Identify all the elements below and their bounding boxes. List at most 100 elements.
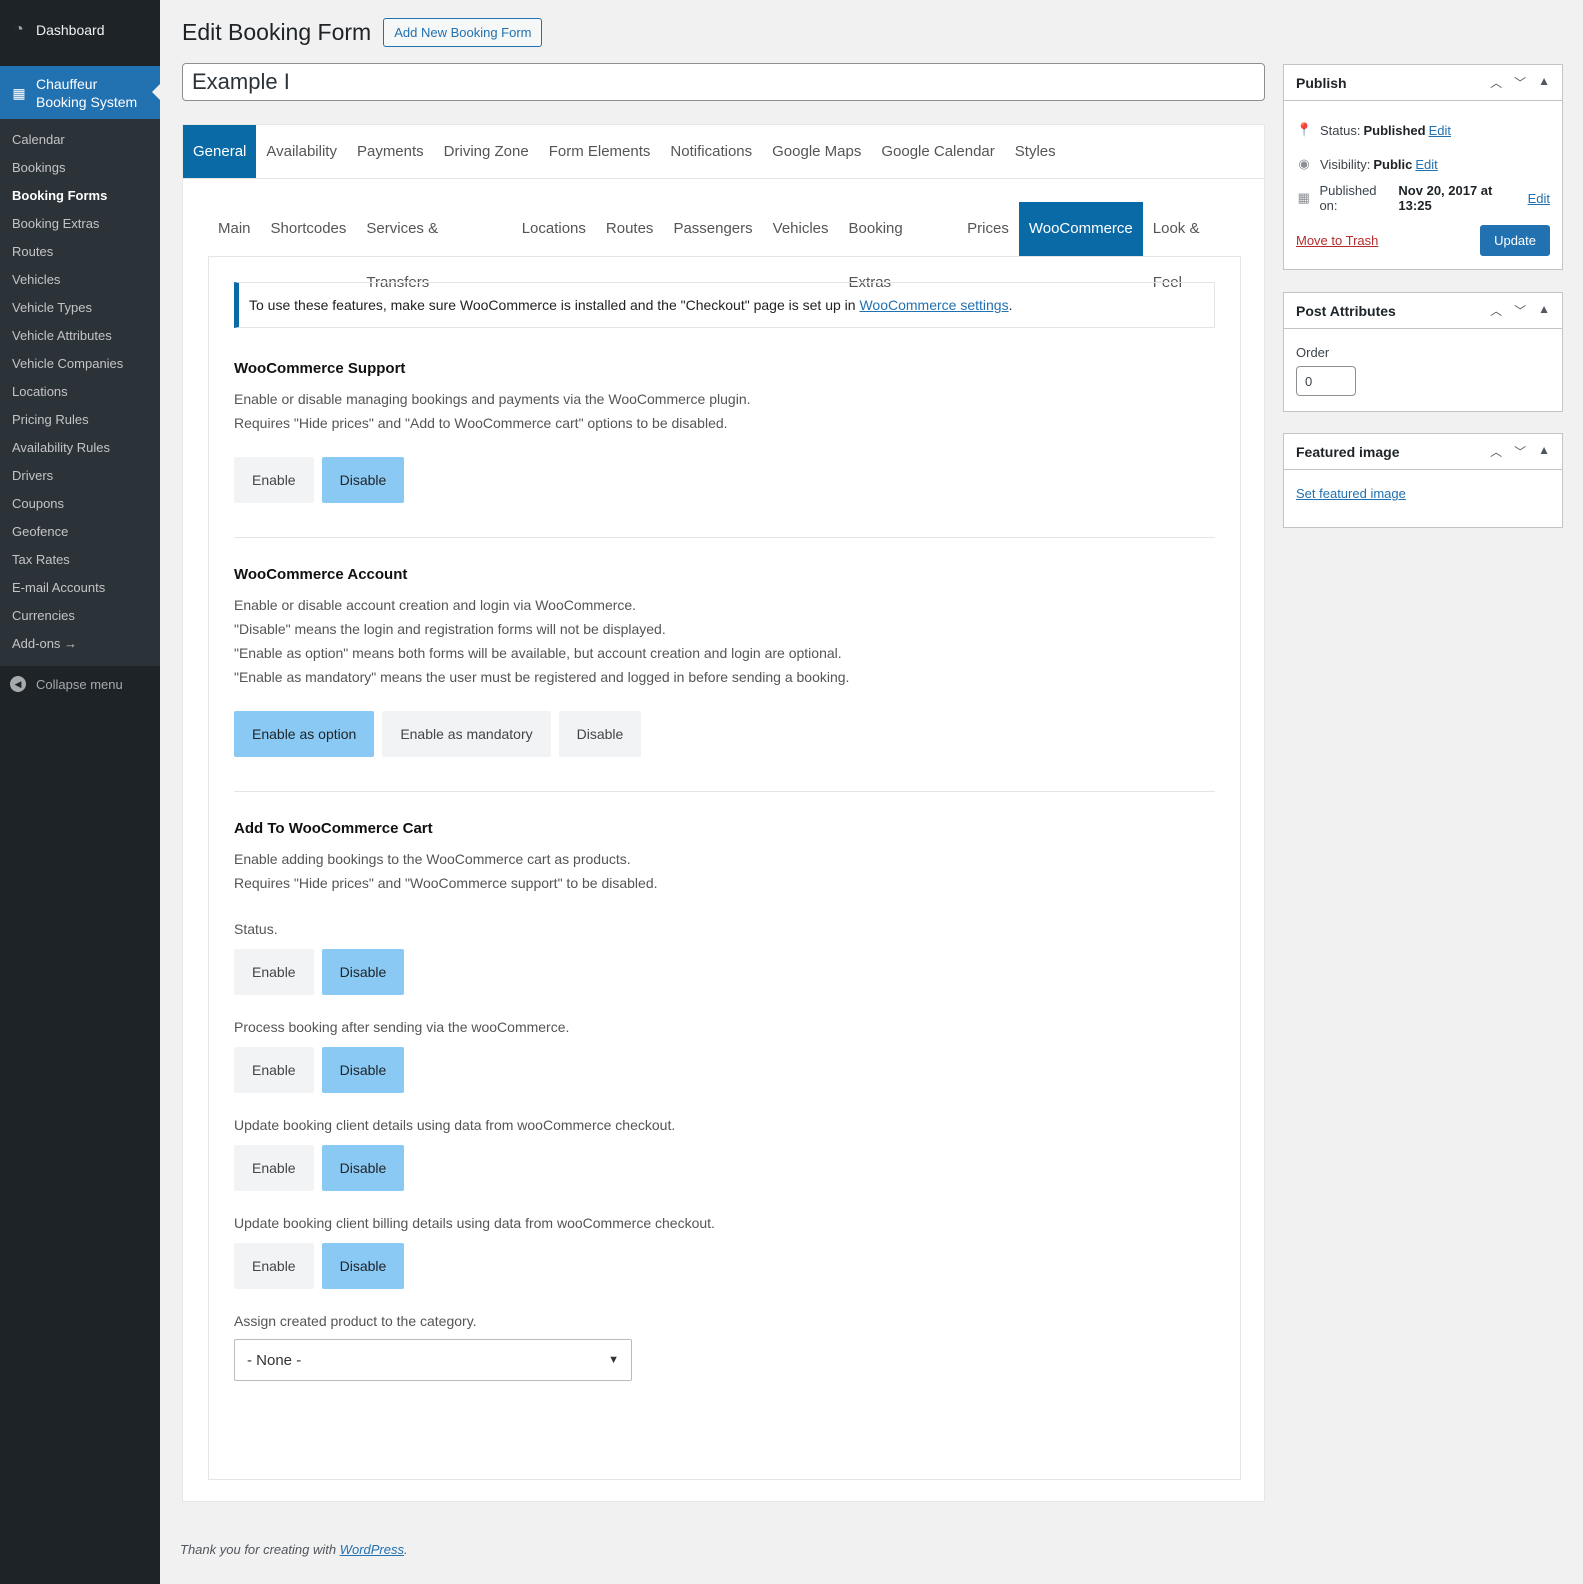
sidebar-item-calendar[interactable]: Calendar — [0, 126, 160, 154]
subtab-booking-extras[interactable]: Booking Extras — [839, 202, 958, 291]
sidebar-item-currencies[interactable]: Currencies — [0, 602, 160, 630]
subtab-main[interactable]: Main — [208, 202, 261, 256]
process-disable-button[interactable]: Disable — [321, 1047, 405, 1093]
sidebar-item-add-ons[interactable]: Add-ons → — [0, 630, 160, 658]
section-description: Enable or disable account creation and l… — [234, 597, 637, 613]
process-toggle-group: Enable Disable — [234, 1047, 1215, 1093]
support-enable-button[interactable]: Enable — [234, 457, 314, 503]
subtab-vehicles[interactable]: Vehicles — [763, 202, 839, 256]
sidebar-item-dashboard[interactable]: ◔ Dashboard — [0, 0, 160, 60]
section-description: "Disable" means the login and registrati… — [234, 621, 666, 637]
sidebar-item-vehicle-types[interactable]: Vehicle Types — [0, 294, 160, 322]
update-client-details-label: Update booking client details using data… — [234, 1117, 676, 1133]
subtab-services-transfers[interactable]: Services & Transfers — [356, 202, 511, 291]
move-down-icon[interactable]: ﹀ — [1514, 443, 1526, 460]
add-new-booking-form-button[interactable]: Add New Booking Form — [383, 18, 543, 47]
collapse-menu-button[interactable]: ◀ Collapse menu — [0, 666, 160, 702]
process-enable-button[interactable]: Enable — [234, 1047, 314, 1093]
set-featured-image-link[interactable]: Set featured image — [1296, 486, 1406, 501]
subtab-look-feel[interactable]: Look & Feel — [1143, 202, 1241, 291]
notice-end: . — [1008, 297, 1013, 313]
toggle-panel-icon[interactable]: ▲ — [1538, 302, 1550, 319]
toggle-panel-icon[interactable]: ▲ — [1538, 443, 1550, 460]
edit-status-link[interactable]: Edit — [1429, 123, 1451, 138]
subtab-woocommerce[interactable]: WooCommerce — [1018, 202, 1143, 256]
toggle-panel-icon[interactable]: ▲ — [1538, 74, 1550, 91]
tab-driving-zone[interactable]: Driving Zone — [434, 125, 539, 178]
update-billing-disable-button[interactable]: Disable — [321, 1243, 405, 1289]
metabox-title: Post Attributes — [1296, 302, 1396, 319]
post-title-input[interactable]: Example I — [182, 63, 1265, 101]
update-details-enable-button[interactable]: Enable — [234, 1145, 314, 1191]
status-toggle-group: Enable Disable — [234, 949, 1215, 995]
collapse-icon: ◀ — [10, 676, 26, 692]
notice-text: To use these features, make sure WooComm… — [249, 297, 856, 313]
category-select[interactable]: - None - ▼ — [234, 1339, 632, 1381]
category-label: Assign created product to the category. — [234, 1313, 477, 1329]
sidebar-item-geofence[interactable]: Geofence — [0, 518, 160, 546]
footer-end: . — [404, 1542, 408, 1557]
section-description: "Enable as option" means both forms will… — [234, 645, 842, 661]
tab-styles[interactable]: Styles — [1005, 125, 1066, 178]
tab-notifications[interactable]: Notifications — [660, 125, 762, 178]
subtab-shortcodes[interactable]: Shortcodes — [261, 202, 357, 256]
update-button[interactable]: Update — [1480, 225, 1550, 256]
subtab-prices[interactable]: Prices — [957, 202, 1019, 256]
account-disable-button[interactable]: Disable — [558, 711, 642, 757]
sub-tabs: Main Shortcodes Services & Transfers Locati… — [208, 202, 1241, 291]
tab-availability[interactable]: Availability — [256, 125, 347, 178]
tab-payments[interactable]: Payments — [347, 125, 434, 178]
move-up-icon[interactable]: ︿ — [1490, 302, 1502, 319]
subtab-locations[interactable]: Locations — [512, 202, 596, 256]
sidebar-item-vehicle-attributes[interactable]: Vehicle Attributes — [0, 322, 160, 350]
dashboard-icon: ◔ — [14, 21, 24, 38]
tab-google-maps[interactable]: Google Maps — [762, 125, 871, 178]
update-details-disable-button[interactable]: Disable — [321, 1145, 405, 1191]
sidebar-item-chauffeur-booking-system[interactable]: ▦ Chauffeur Booking System — [0, 66, 160, 119]
support-disable-button[interactable]: Disable — [321, 457, 405, 503]
woocommerce-account-section: WooCommerce Account Enable or disable ac… — [234, 538, 1215, 792]
sidebar-item-e-mail-accounts[interactable]: E-mail Accounts — [0, 574, 160, 602]
support-toggle-group: Enable Disable — [234, 457, 1215, 503]
account-enable-as-option-button[interactable]: Enable as option — [234, 711, 375, 757]
tab-google-calendar[interactable]: Google Calendar — [871, 125, 1004, 178]
sidebar-item-drivers[interactable]: Drivers — [0, 462, 160, 490]
metabox-header: Featured image ︿ ﹀ ▲ — [1284, 434, 1562, 470]
account-enable-as-mandatory-button[interactable]: Enable as mandatory — [382, 711, 551, 757]
metabox-title: Publish — [1296, 74, 1347, 91]
subtab-passengers[interactable]: Passengers — [663, 202, 762, 256]
sidebar-item-tax-rates[interactable]: Tax Rates — [0, 546, 160, 574]
order-input[interactable]: 0 — [1296, 366, 1356, 396]
move-up-icon[interactable]: ︿ — [1490, 443, 1502, 460]
status-disable-button[interactable]: Disable — [321, 949, 405, 995]
move-down-icon[interactable]: ﹀ — [1514, 74, 1526, 91]
eye-icon: ◉ — [1298, 156, 1310, 171]
sidebar-item-pricing-rules[interactable]: Pricing Rules — [0, 406, 160, 434]
tab-form-elements[interactable]: Form Elements — [539, 125, 661, 178]
move-to-trash-link[interactable]: Move to Trash — [1296, 233, 1378, 248]
move-down-icon[interactable]: ﹀ — [1514, 302, 1526, 319]
woocommerce-settings-link[interactable]: WooCommerce settings — [859, 297, 1008, 313]
tab-general[interactable]: General — [183, 125, 257, 178]
edit-visibility-link[interactable]: Edit — [1415, 157, 1437, 172]
sidebar-item-bookings[interactable]: Bookings — [0, 154, 160, 182]
sidebar-item-coupons[interactable]: Coupons — [0, 490, 160, 518]
sidebar-item-availability-rules[interactable]: Availability Rules — [0, 434, 160, 462]
section-heading: WooCommerce Account — [234, 566, 408, 583]
sidebar-item-booking-extras[interactable]: Booking Extras — [0, 210, 160, 238]
sidebar-item-booking-forms[interactable]: Booking Forms — [0, 182, 160, 210]
sidebar-item-label: Chauffeur Booking System — [36, 75, 138, 110]
edit-date-link[interactable]: Edit — [1528, 191, 1550, 206]
status-enable-button[interactable]: Enable — [234, 949, 314, 995]
subtab-routes[interactable]: Routes — [596, 202, 664, 256]
sidebar-item-vehicles[interactable]: Vehicles — [0, 266, 160, 294]
wordpress-link[interactable]: WordPress — [340, 1542, 404, 1557]
sidebar-item-locations[interactable]: Locations — [0, 378, 160, 406]
category-select-value: - None - — [247, 1351, 302, 1369]
update-billing-enable-button[interactable]: Enable — [234, 1243, 314, 1289]
sidebar-item-routes[interactable]: Routes — [0, 238, 160, 266]
sidebar-item-vehicle-companies[interactable]: Vehicle Companies — [0, 350, 160, 378]
add-to-cart-section: Add To WooCommerce Cart Enable adding bo… — [234, 792, 1215, 1381]
visibility-label: Visibility: — [1320, 156, 1371, 172]
move-up-icon[interactable]: ︿ — [1490, 74, 1502, 91]
